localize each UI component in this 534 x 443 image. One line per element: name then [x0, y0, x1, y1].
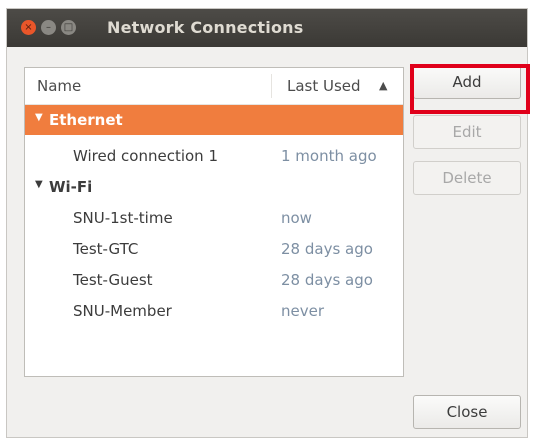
column-header-last-used[interactable]: Last Used [287, 77, 361, 95]
connection-row[interactable]: Test-GTC 28 days ago [25, 234, 403, 264]
connection-row[interactable]: SNU-Member never [25, 296, 403, 326]
connection-name: Test-GTC [73, 240, 139, 258]
connection-row[interactable]: Test-Guest 28 days ago [25, 265, 403, 295]
group-label: Ethernet [49, 111, 123, 129]
group-row-wifi[interactable]: ▼ Wi-Fi [25, 172, 403, 202]
column-divider[interactable] [271, 74, 272, 98]
expander-icon[interactable]: ▼ [35, 179, 43, 190]
window-close-icon[interactable]: × [21, 20, 36, 35]
connection-last-used: never [281, 302, 325, 320]
connection-name: Test-Guest [73, 271, 153, 289]
group-label: Wi-Fi [49, 178, 93, 196]
edit-button[interactable]: Edit [413, 115, 521, 149]
group-row-ethernet[interactable]: ▼ Ethernet [25, 105, 403, 135]
titlebar[interactable]: × – □ Network Connections [7, 9, 527, 47]
column-header-name[interactable]: Name [37, 77, 81, 95]
connection-last-used: 28 days ago [281, 240, 373, 258]
connections-list[interactable]: Name Last Used ▲ ▼ Ethernet Wired connec… [24, 67, 404, 377]
window-maximize-icon[interactable]: □ [61, 20, 76, 35]
connection-name: Wired connection 1 [73, 147, 218, 165]
window-title: Network Connections [107, 18, 304, 37]
connection-row[interactable]: SNU-1st-time now [25, 203, 403, 233]
delete-button[interactable]: Delete [413, 161, 521, 195]
connection-name: SNU-1st-time [73, 209, 173, 227]
expander-icon[interactable]: ▼ [35, 112, 43, 123]
list-header: Name Last Used ▲ [25, 68, 403, 105]
network-connections-window: × – □ Network Connections Name Last Used… [6, 8, 530, 438]
connection-name: SNU-Member [73, 302, 172, 320]
connection-last-used: now [281, 209, 312, 227]
connection-last-used: 1 month ago [281, 147, 377, 165]
connection-row[interactable]: Wired connection 1 1 month ago [25, 141, 403, 171]
close-button[interactable]: Close [413, 395, 521, 429]
window-minimize-icon[interactable]: – [41, 20, 56, 35]
sort-ascending-icon: ▲ [379, 79, 388, 92]
connection-last-used: 28 days ago [281, 271, 373, 289]
add-button[interactable]: Add [413, 65, 521, 99]
